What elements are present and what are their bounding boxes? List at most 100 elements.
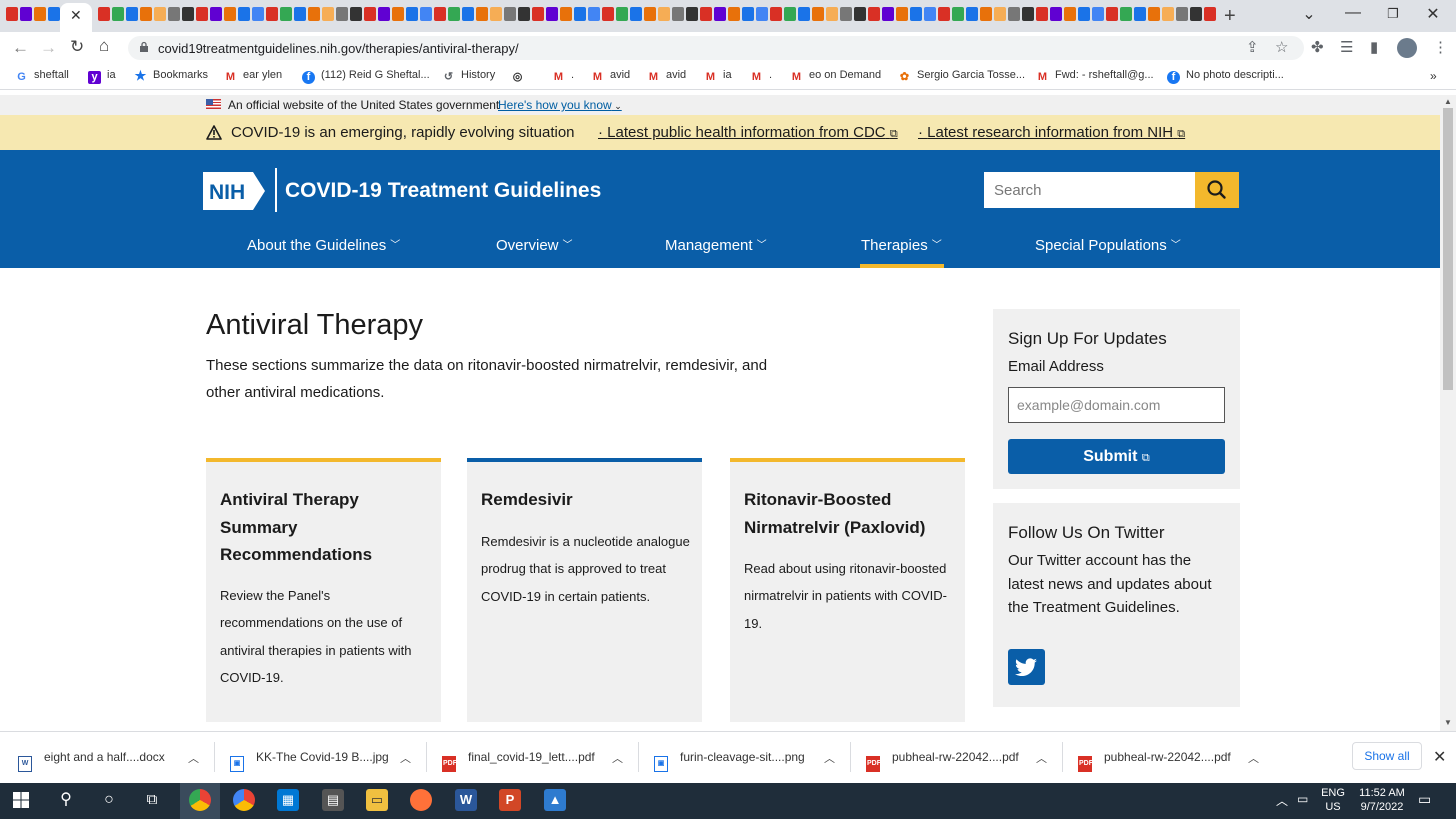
windows-start-icon[interactable] <box>10 789 32 811</box>
extensions-icon[interactable]: ✤ <box>1311 38 1324 56</box>
tab-favicon-icon[interactable] <box>1204 7 1216 21</box>
tab-favicon-icon[interactable] <box>378 7 390 21</box>
cdc-link[interactable]: · Latest public health information from … <box>598 124 898 141</box>
tab-favicon-icon[interactable] <box>1022 7 1034 21</box>
tab-favicon-icon[interactable] <box>280 7 292 21</box>
chrome-app-icon[interactable] <box>189 789 211 811</box>
bookmark-item[interactable]: M Fwd: - rsheftall@g... <box>1036 69 1154 84</box>
tab-favicon-icon[interactable] <box>994 7 1006 21</box>
tab-favicon-icon[interactable] <box>518 7 530 21</box>
card-title[interactable]: Remdesivir <box>481 486 681 514</box>
tab-favicon-icon[interactable] <box>1106 7 1118 21</box>
tab-favicon-icon[interactable] <box>434 7 446 21</box>
tab-favicon-icon[interactable] <box>1134 7 1146 21</box>
close-tab-icon[interactable]: ✕ <box>70 7 82 24</box>
tab-favicon-icon[interactable] <box>644 7 656 21</box>
tab-favicon-icon[interactable] <box>728 7 740 21</box>
tab-favicons[interactable] <box>6 7 1216 25</box>
side-panel-icon[interactable]: ▮ <box>1370 38 1378 56</box>
tab-favicon-icon[interactable] <box>882 7 894 21</box>
search-icon[interactable]: ⚲ <box>55 789 77 811</box>
download-options-chevron-icon[interactable]: ︿ <box>612 750 623 766</box>
tab-favicon-icon[interactable] <box>910 7 922 21</box>
card-summary-recommendations[interactable]: Antiviral Therapy Summary Recommendation… <box>206 458 441 722</box>
tab-favicon-icon[interactable] <box>784 7 796 21</box>
tab-favicon-icon[interactable] <box>700 7 712 21</box>
tab-favicon-icon[interactable] <box>1008 7 1020 21</box>
tab-favicon-icon[interactable] <box>1036 7 1048 21</box>
reload-icon[interactable]: ↻ <box>70 37 84 57</box>
download-item[interactable]: PDF pubheal-rw-22042....pdf <box>1078 750 1231 772</box>
tab-favicon-icon[interactable] <box>966 7 978 21</box>
scrollbar-thumb[interactable] <box>1443 108 1453 390</box>
tab-favicon-icon[interactable] <box>798 7 810 21</box>
tab-favicon-icon[interactable] <box>504 7 516 21</box>
tab-favicon-icon[interactable] <box>924 7 936 21</box>
minimize-button[interactable]: — <box>1341 4 1365 22</box>
download-item[interactable]: Weight and a half....docx <box>18 750 165 772</box>
tab-favicon-icon[interactable] <box>756 7 768 21</box>
tab-favicon-icon[interactable] <box>34 7 46 21</box>
bookmark-item[interactable]: Mavid <box>591 69 630 84</box>
tab-favicon-icon[interactable] <box>560 7 572 21</box>
card-remdesivir[interactable]: Remdesivir Remdesivir is a nucleotide an… <box>467 458 702 722</box>
card-paxlovid[interactable]: Ritonavir-Boosted Nirmatrelvir (Paxlovid… <box>730 458 965 722</box>
tab-favicon-icon[interactable] <box>140 7 152 21</box>
nav-overview[interactable]: Overview ﹀ <box>496 236 573 254</box>
tab-favicon-icon[interactable] <box>336 7 348 21</box>
tab-favicon-icon[interactable] <box>6 7 18 21</box>
home-icon[interactable]: ⌂ <box>99 36 109 56</box>
tab-favicon-icon[interactable] <box>196 7 208 21</box>
nav-about-the-guidelines[interactable]: About the Guidelines ﹀ <box>247 236 400 254</box>
download-item[interactable]: PDF pubheal-rw-22042....pdf <box>866 750 1019 772</box>
email-field[interactable] <box>1008 387 1225 423</box>
bookmark-item[interactable]: Meo on Demand <box>790 69 881 84</box>
calculator-app-icon[interactable]: ▤ <box>322 789 344 811</box>
tab-favicon-icon[interactable] <box>812 7 824 21</box>
chrome-profile-app-icon[interactable] <box>233 789 255 811</box>
firefox-app-icon[interactable] <box>410 789 432 811</box>
tab-favicon-icon[interactable] <box>868 7 880 21</box>
search-input[interactable] <box>984 172 1195 208</box>
tab-favicon-icon[interactable] <box>826 7 838 21</box>
tab-favicon-icon[interactable] <box>182 7 194 21</box>
tab-favicon-icon[interactable] <box>168 7 180 21</box>
tab-favicon-icon[interactable] <box>1148 7 1160 21</box>
tab-favicon-icon[interactable] <box>406 7 418 21</box>
tab-favicon-icon[interactable] <box>574 7 586 21</box>
close-window-button[interactable]: ✕ <box>1421 4 1445 24</box>
download-options-chevron-icon[interactable]: ︿ <box>824 750 835 766</box>
tab-favicon-icon[interactable] <box>48 7 60 21</box>
scroll-up-icon[interactable]: ▲ <box>1444 97 1452 106</box>
tab-search-chevron-icon[interactable]: ⌄ <box>1297 4 1321 24</box>
nav-therapies[interactable]: Therapies ﹀ <box>861 236 942 254</box>
tab-favicon-icon[interactable] <box>252 7 264 21</box>
bookmark-star-icon[interactable]: ☆ <box>1275 38 1288 56</box>
tab-favicon-icon[interactable] <box>154 7 166 21</box>
tab-favicon-icon[interactable] <box>938 7 950 21</box>
bookmark-item[interactable]: ↺ History <box>442 69 495 84</box>
cortana-icon[interactable]: ○ <box>98 789 120 811</box>
tab-favicon-icon[interactable] <box>770 7 782 21</box>
tab-favicon-icon[interactable] <box>672 7 684 21</box>
url-text[interactable]: covid19treatmentguidelines.nih.gov/thera… <box>158 41 519 56</box>
reading-list-icon[interactable]: ☰ <box>1340 38 1353 56</box>
back-icon[interactable]: ← <box>12 38 29 58</box>
bookmark-item[interactable]: f No photo descripti... <box>1167 69 1284 84</box>
bookmark-item[interactable]: f (112) Reid G Sheftal... <box>302 69 430 84</box>
tab-favicon-icon[interactable] <box>490 7 502 21</box>
notifications-icon[interactable]: ▭ <box>1418 791 1431 808</box>
tab-favicon-icon[interactable] <box>20 7 32 21</box>
clock[interactable]: 11:52 AM 9/7/2022 <box>1352 787 1412 813</box>
tab-favicon-icon[interactable] <box>896 7 908 21</box>
tray-chevron-icon[interactable]: ︿ <box>1276 792 1288 809</box>
download-options-chevron-icon[interactable]: ︿ <box>400 750 411 766</box>
menu-icon[interactable]: ⋮ <box>1433 38 1448 56</box>
tab-favicon-icon[interactable] <box>224 7 236 21</box>
submit-button[interactable]: Submit ⧉ <box>1008 439 1225 474</box>
word-app-icon[interactable]: W <box>455 789 477 811</box>
bookmark-item[interactable]: ◎ <box>511 69 530 84</box>
tab-favicon-icon[interactable] <box>1120 7 1132 21</box>
forward-icon[interactable]: → <box>40 38 57 58</box>
nih-logo[interactable]: NIH <box>203 172 265 210</box>
